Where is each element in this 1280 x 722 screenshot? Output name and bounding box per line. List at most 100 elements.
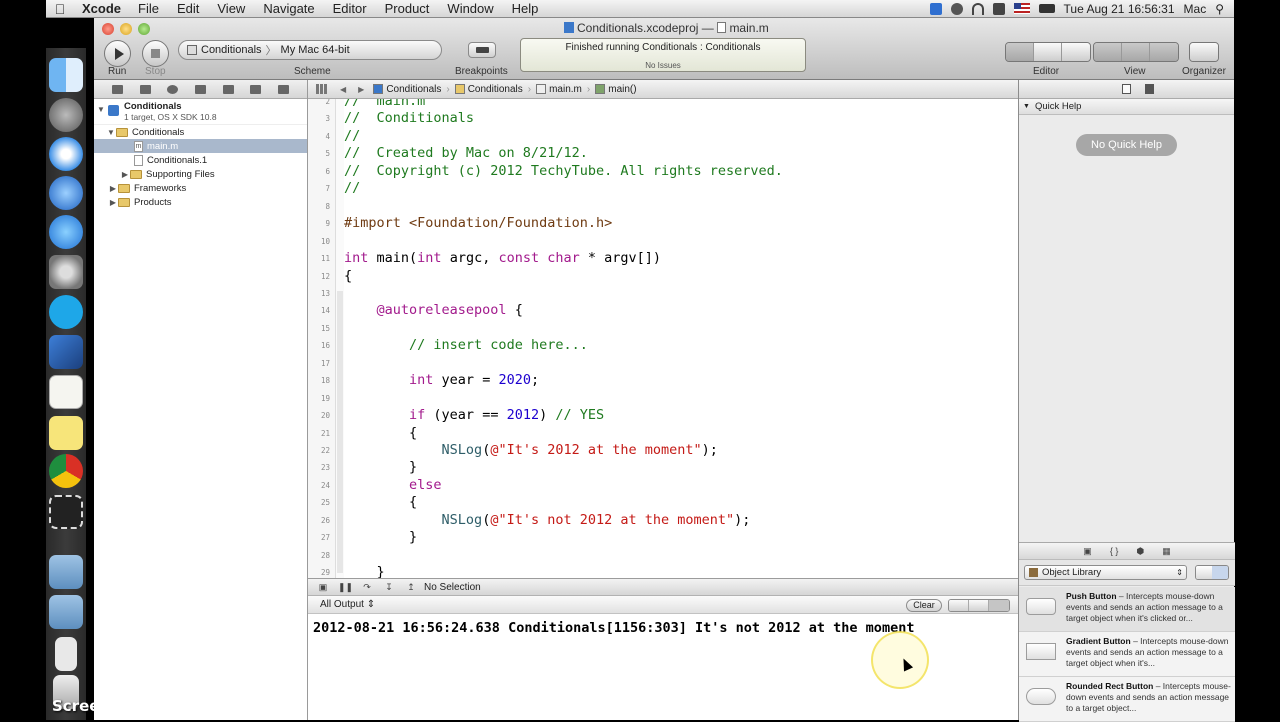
- object-library-icon[interactable]: ⬢: [1136, 546, 1144, 557]
- documents-folder-icon[interactable]: [49, 595, 83, 629]
- quick-help-header[interactable]: ▼ Quick Help: [1019, 99, 1234, 115]
- finder-icon[interactable]: [49, 58, 83, 92]
- jump-crumb-group[interactable]: Conditionals: [452, 84, 526, 95]
- line-number-gutter[interactable]: 2 3 4 5 6 7 8 9 10 11 12 13 14 15 16 17 18 19 20 21 22 23 24 25…: [308, 99, 336, 596]
- media-library-icon[interactable]: ▦: [1162, 546, 1171, 557]
- tree-row-frameworks[interactable]: ▶ Frameworks: [94, 181, 307, 195]
- list-view-button[interactable]: [1212, 566, 1228, 579]
- disclosure-closed-icon[interactable]: ▶: [108, 198, 118, 207]
- library-item-push-button[interactable]: Push Button – Intercepts mouse-down even…: [1019, 587, 1235, 632]
- tree-row-conditionals-group[interactable]: ▼ Conditionals: [94, 125, 307, 139]
- log-navigator-tab-icon[interactable]: [277, 84, 289, 94]
- wifi-icon[interactable]: [971, 2, 984, 15]
- jump-crumb-project[interactable]: Conditionals: [370, 84, 444, 95]
- toggle-debug-area-button[interactable]: [1122, 43, 1150, 61]
- video-file-icon[interactable]: [55, 637, 77, 671]
- battery-icon[interactable]: [1038, 4, 1055, 13]
- library-select[interactable]: Object Library ⇕: [1024, 565, 1187, 580]
- symbol-navigator-tab-icon[interactable]: [139, 84, 151, 94]
- library-item-rounded-rect-button[interactable]: Rounded Rect Button – Intercepts mouse-d…: [1019, 677, 1235, 722]
- jump-crumb-file[interactable]: main.m: [533, 84, 585, 95]
- stop-button[interactable]: [142, 40, 169, 67]
- skype-icon[interactable]: [49, 295, 83, 329]
- library-item-gradient-button[interactable]: Gradient Button – Intercepts mouse-down …: [1019, 632, 1235, 677]
- code-snippet-library-icon[interactable]: { }: [1110, 546, 1119, 556]
- close-window-button[interactable]: [102, 23, 114, 35]
- tree-row-man-page[interactable]: Conditionals.1: [94, 153, 307, 167]
- step-into-icon[interactable]: ↧: [382, 582, 396, 592]
- menu-help[interactable]: Help: [503, 1, 548, 16]
- menu-app-name[interactable]: Xcode: [74, 1, 129, 16]
- appstore-icon[interactable]: [49, 215, 83, 249]
- disclosure-open-icon[interactable]: ▼: [106, 128, 116, 137]
- file-inspector-tab-icon[interactable]: [1122, 84, 1131, 94]
- tree-row-products[interactable]: ▶ Products: [94, 195, 307, 209]
- toggle-navigator-button[interactable]: [1094, 43, 1122, 61]
- forward-arrow-icon[interactable]: ▶: [352, 85, 370, 94]
- menu-user[interactable]: Mac: [1184, 2, 1207, 16]
- spotlight-icon[interactable]: ⚲: [1215, 2, 1224, 16]
- breakpoints-toggle[interactable]: [468, 42, 496, 58]
- itunes-icon[interactable]: [49, 176, 83, 210]
- clear-console-button[interactable]: Clear: [906, 599, 942, 612]
- menu-edit[interactable]: Edit: [168, 1, 208, 16]
- scheme-selector[interactable]: Conditionals 〉 My Mac 64-bit: [178, 40, 442, 60]
- pause-icon[interactable]: ❚❚: [338, 582, 353, 592]
- organizer-button[interactable]: [1190, 43, 1218, 61]
- file-template-library-icon[interactable]: ▣: [1083, 546, 1092, 557]
- disclosure-open-icon[interactable]: ▼: [96, 105, 106, 114]
- menu-editor[interactable]: Editor: [324, 1, 376, 16]
- step-over-icon[interactable]: ↷: [360, 582, 374, 592]
- volume-icon[interactable]: [992, 2, 1005, 15]
- jump-crumb-function[interactable]: main(): [592, 84, 639, 95]
- project-root-row[interactable]: ▼ Conditionals 1 target, OS X SDK 10.8: [94, 99, 307, 125]
- menu-view[interactable]: View: [208, 1, 254, 16]
- system-preferences-icon[interactable]: [49, 255, 83, 289]
- breakpoint-navigator-tab-icon[interactable]: [250, 84, 262, 94]
- chrome-icon[interactable]: [49, 454, 83, 488]
- time-machine-icon[interactable]: [950, 2, 963, 15]
- disclosure-closed-icon[interactable]: ▶: [108, 184, 118, 193]
- assistant-editor-button[interactable]: [1034, 43, 1062, 61]
- show-both-button[interactable]: [969, 600, 989, 611]
- rocket-icon[interactable]: [49, 98, 83, 132]
- menu-navigate[interactable]: Navigate: [254, 1, 323, 16]
- version-editor-button[interactable]: [1062, 43, 1090, 61]
- quick-help-tab-icon[interactable]: [1145, 84, 1154, 94]
- apple-menu-icon[interactable]: : [46, 1, 74, 17]
- source-editor[interactable]: 2 3 4 5 6 7 8 9 10 11 12 13 14 15 16 17 18 19 20 21 22 23 24 25…: [308, 99, 1018, 596]
- issue-navigator-tab-icon[interactable]: [194, 84, 206, 94]
- disclosure-open-icon[interactable]: ▼: [1023, 103, 1030, 110]
- hide-debug-area-icon[interactable]: ▣: [316, 582, 330, 592]
- tree-row-supporting-files[interactable]: ▶ Supporting Files: [94, 167, 307, 181]
- menu-file[interactable]: File: [129, 1, 168, 16]
- disclosure-closed-icon[interactable]: ▶: [120, 170, 130, 179]
- debug-navigator-tab-icon[interactable]: [222, 84, 234, 94]
- related-files-icon[interactable]: [316, 84, 328, 94]
- project-navigator-tab-icon[interactable]: [112, 84, 124, 94]
- stickies-icon[interactable]: [49, 416, 83, 450]
- run-button[interactable]: [104, 40, 131, 67]
- step-out-icon[interactable]: ↥: [404, 582, 418, 592]
- applications-folder-icon[interactable]: [49, 555, 83, 589]
- dropbox-status-icon[interactable]: [929, 2, 942, 15]
- menu-product[interactable]: Product: [376, 1, 439, 16]
- show-console-button[interactable]: [989, 600, 1009, 611]
- xcode-icon[interactable]: [49, 335, 83, 369]
- minimize-window-button[interactable]: [120, 23, 132, 35]
- toggle-utilities-button[interactable]: [1150, 43, 1178, 61]
- search-navigator-tab-icon[interactable]: [167, 84, 179, 94]
- menu-window[interactable]: Window: [438, 1, 502, 16]
- back-arrow-icon[interactable]: ◀: [334, 85, 352, 94]
- textedit-icon[interactable]: [49, 375, 83, 409]
- output-filter-select[interactable]: All Output ⇕: [320, 599, 375, 610]
- screencapture-icon[interactable]: [49, 495, 83, 529]
- menu-clock[interactable]: Tue Aug 21 16:56:31: [1064, 2, 1175, 16]
- input-source-flag-icon[interactable]: [1013, 3, 1030, 14]
- standard-editor-button[interactable]: [1006, 43, 1034, 61]
- show-variables-button[interactable]: [949, 600, 969, 611]
- icon-view-button[interactable]: [1196, 566, 1212, 579]
- zoom-window-button[interactable]: [138, 23, 150, 35]
- safari-icon[interactable]: [49, 137, 83, 171]
- tree-row-main-m[interactable]: m main.m: [94, 139, 307, 153]
